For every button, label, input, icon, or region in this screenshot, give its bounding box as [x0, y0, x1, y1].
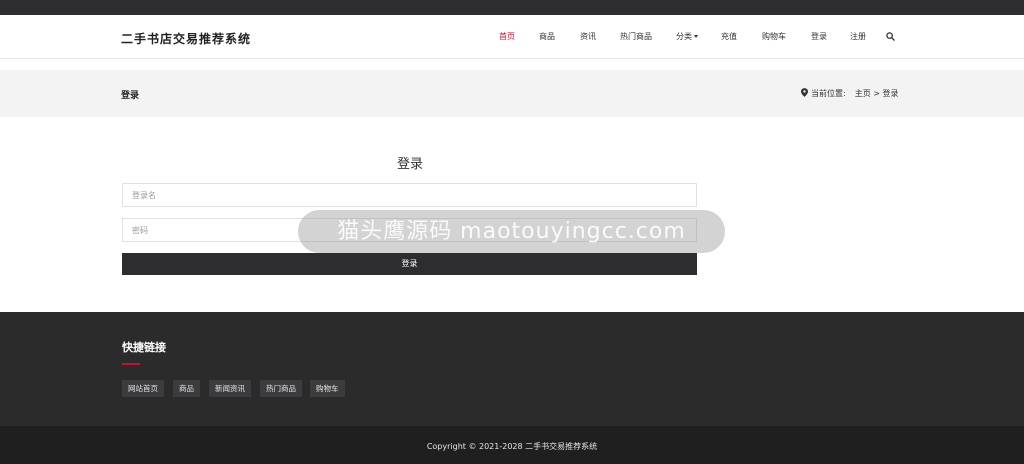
- nav-item-hot-products[interactable]: 热门商品: [620, 31, 652, 42]
- footer-link-hot-products[interactable]: 热门商品: [260, 380, 302, 397]
- footer: 快捷链接 网站首页 商品 新闻资讯 热门商品 购物车: [0, 312, 1024, 426]
- site-brand[interactable]: 二手书店交易推荐系统: [121, 30, 251, 47]
- top-bar: [0, 0, 1024, 15]
- nav-item-login[interactable]: 登录: [811, 31, 827, 42]
- nav-item-category-label: 分类: [676, 32, 692, 41]
- login-button[interactable]: 登录: [122, 253, 697, 275]
- nav-item-news[interactable]: 资讯: [580, 31, 596, 42]
- nav-item-register[interactable]: 注册: [850, 31, 866, 42]
- username-input[interactable]: [122, 183, 697, 207]
- breadcrumb-path[interactable]: 主页 > 登录: [855, 89, 899, 98]
- footer-title: 快捷链接: [122, 341, 166, 354]
- site-header: 二手书店交易推荐系统 首页 商品 资讯 热门商品 分类 充值 购物车 登录 注册: [0, 15, 1024, 59]
- footer-divider: [122, 363, 140, 365]
- nav-item-recharge[interactable]: 充值: [721, 31, 737, 42]
- watermark-badge: 猫头鹰源码 maotouyingcc.com: [298, 210, 725, 253]
- breadcrumb-label: 当前位置:: [811, 89, 846, 98]
- breadcrumb: 当前位置: 主页 > 登录: [801, 88, 899, 99]
- copyright-bar: Copyright © 2021-2028 二手书交易推荐系统: [0, 426, 1024, 464]
- location-pin-icon: [801, 88, 808, 97]
- footer-link-home[interactable]: 网站首页: [122, 380, 164, 397]
- footer-link-products[interactable]: 商品: [173, 380, 200, 397]
- search-icon[interactable]: [886, 32, 895, 41]
- footer-link-cart[interactable]: 购物车: [310, 380, 345, 397]
- footer-link-news[interactable]: 新闻资讯: [209, 380, 251, 397]
- nav-item-home[interactable]: 首页: [499, 31, 515, 42]
- nav-item-category[interactable]: 分类: [676, 31, 698, 42]
- page-banner: 登录 当前位置: 主页 > 登录: [0, 70, 1024, 117]
- chevron-down-icon: [694, 35, 698, 38]
- nav-item-products[interactable]: 商品: [539, 31, 555, 42]
- page-title: 登录: [121, 91, 140, 101]
- login-title: 登录: [396, 157, 423, 172]
- copyright-text: Copyright © 2021-2028 二手书交易推荐系统: [426, 442, 598, 451]
- nav-item-cart[interactable]: 购物车: [762, 31, 786, 42]
